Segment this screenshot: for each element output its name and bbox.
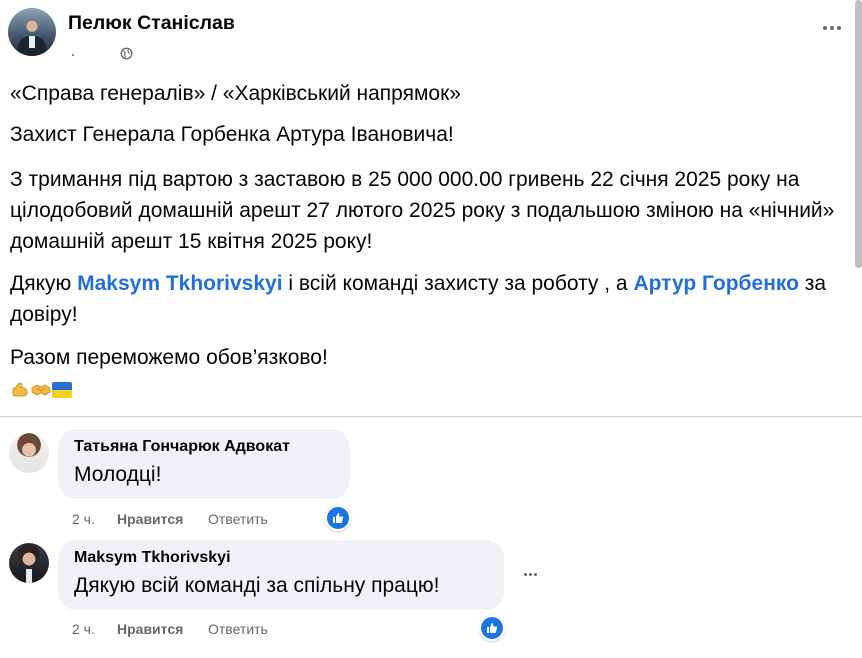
flag-yellow-stripe [52,390,72,398]
scrollbar-thumb[interactable] [855,0,862,268]
comment-text: Дякую всій команді за спільну працю! [74,574,440,597]
comment-reply-button[interactable]: Ответить [208,621,268,637]
comment-bubble: Maksym Tkhorivskyi Дякую всій команді за… [58,540,504,610]
globe-icon[interactable] [120,47,133,60]
flag-blue-stripe [52,382,72,390]
dot [823,26,827,30]
comment-timestamp[interactable]: 2 ч. [72,621,95,637]
avatar-collar [29,36,35,48]
emoji-row [10,379,72,403]
dot [528,572,532,576]
dot [837,26,841,30]
comment-like-button[interactable]: Нравится [117,621,183,637]
comment-reply-button[interactable]: Ответить [208,511,268,527]
dot [523,572,527,576]
dot [533,572,537,576]
dot [830,26,834,30]
thumb-glyph [487,623,498,633]
commenter-avatar[interactable] [9,433,49,473]
post-paragraph-3: З тримання під вартою з заставою в 25 00… [10,168,835,253]
mention-link-maksym[interactable]: Maksym Tkhorivskyi [77,272,282,295]
comment-more-options-icon[interactable] [520,566,540,582]
comment-author[interactable]: Maksym Tkhorivskyi [74,549,231,567]
post-paragraph-5: Разом переможемо обов’язково! [10,346,328,369]
commenter-avatar[interactable] [9,543,49,583]
post-paragraph-2: Захист Генерала Горбенка Артура Іванович… [10,123,454,146]
comment-text: Молодці! [74,463,162,486]
handshake-icon [31,384,51,396]
post-paragraph-4: Дякую Maksym Tkhorivskyi і всій команді … [10,268,850,330]
post-author-name[interactable]: Пелюк Станіслав [68,12,235,35]
like-thumb-icon[interactable] [479,615,505,641]
like-thumb-icon[interactable] [325,505,351,531]
text-segment: Дякую [10,272,78,295]
comments-divider [0,416,862,417]
ukraine-flag-icon [52,382,72,398]
meta-separator-dot [72,54,74,56]
author-avatar[interactable] [8,8,56,56]
comment-author[interactable]: Татьяна Гончарюк Адвокат [74,438,290,456]
thumb-glyph [333,513,344,523]
text-segment: і всій команді захисту за роботу , а [282,272,634,295]
post-paragraph-1: «Справа генералів» / «Харківський напрям… [10,82,461,105]
comment-like-button[interactable]: Нравится [117,511,183,527]
mention-link-artur[interactable]: Артур Горбенко [633,272,799,295]
comment-timestamp[interactable]: 2 ч. [72,511,95,527]
comment-bubble: Татьяна Гончарюк Адвокат Молодці! [58,429,350,499]
flexed-biceps-icon [12,382,28,397]
avatar-shirt [26,569,32,583]
post-more-options-icon[interactable] [818,18,846,38]
